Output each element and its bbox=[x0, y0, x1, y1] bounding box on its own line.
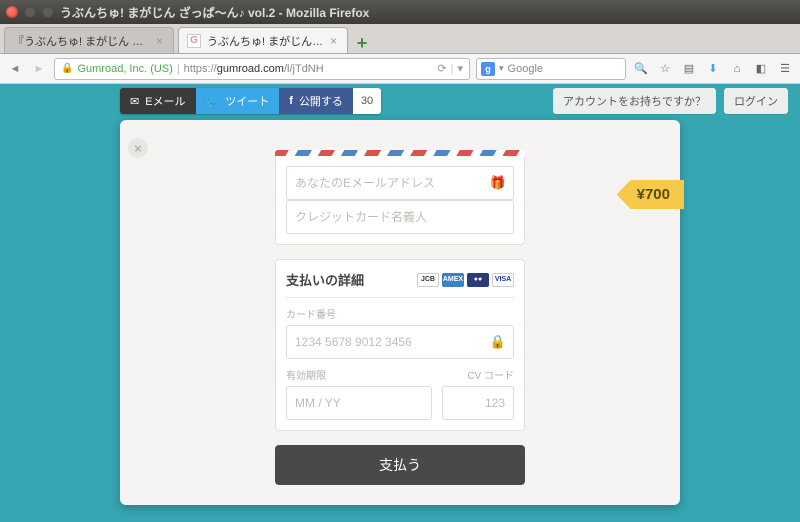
tweet-button[interactable]: 🐦 ツイート bbox=[196, 88, 280, 114]
facebook-share-button[interactable]: f 公開する bbox=[279, 88, 353, 114]
bookmark-star-icon[interactable]: ☆ bbox=[656, 60, 674, 78]
window-minimize-icon[interactable] bbox=[24, 6, 36, 18]
tab-label: 『うぶんちゅ! まがじん ざ… bbox=[13, 33, 150, 49]
account-prompt-button[interactable]: アカウントをお持ちですか？ bbox=[553, 88, 716, 114]
jcb-icon: JCB bbox=[417, 273, 439, 287]
payment-details-title: 支払いの詳細 bbox=[286, 270, 364, 289]
reload-icon[interactable]: ⟳ bbox=[437, 62, 446, 75]
close-icon[interactable]: × bbox=[330, 34, 337, 48]
nav-toolbar: ◄ ► 🔒 Gumroad, Inc. (US) | https://gumro… bbox=[0, 54, 800, 84]
favicon-icon: G bbox=[187, 34, 201, 48]
addons-icon[interactable]: ◧ bbox=[752, 60, 770, 78]
amex-icon: AMEX bbox=[442, 273, 464, 287]
share-bar: ✉ Eメール 🐦 ツイート f 公開する 30 bbox=[120, 88, 381, 114]
home-icon[interactable]: ⌂ bbox=[728, 60, 746, 78]
window-close-icon[interactable] bbox=[6, 6, 18, 18]
browser-tab-inactive[interactable]: 『うぶんちゅ! まがじん ざ… × bbox=[4, 27, 174, 53]
cardholder-name-field[interactable] bbox=[286, 200, 514, 234]
card-number-label: カード番号 bbox=[286, 306, 514, 321]
menu-icon[interactable]: ☰ bbox=[776, 60, 794, 78]
cvc-label: CV コード bbox=[442, 367, 514, 382]
window-title: うぶんちゅ! まがじん ざっぱ～ん♪ vol.2 - Mozilla Firef… bbox=[60, 4, 369, 21]
card-brand-icons: JCB AMEX ●● VISA bbox=[417, 273, 514, 287]
twitter-icon: 🐦 bbox=[206, 95, 220, 108]
dropdown-icon[interactable]: ▾ bbox=[457, 62, 463, 75]
address-bar[interactable]: 🔒 Gumroad, Inc. (US) | https://gumroad.c… bbox=[54, 58, 470, 80]
bookmarks-list-icon[interactable]: ▤ bbox=[680, 60, 698, 78]
close-icon[interactable]: × bbox=[156, 34, 163, 48]
download-icon[interactable]: ⬇ bbox=[704, 60, 722, 78]
top-actions: アカウントをお持ちですか？ ログイン bbox=[553, 88, 788, 114]
expiry-label: 有効期限 bbox=[286, 367, 432, 382]
search-icon[interactable]: 🔍 bbox=[632, 60, 650, 78]
google-icon: g bbox=[481, 62, 495, 76]
tab-label: うぶんちゅ! まがじん … bbox=[207, 33, 324, 49]
cvc-field[interactable] bbox=[442, 386, 514, 420]
forward-button[interactable]: ► bbox=[30, 60, 48, 78]
site-identity: Gumroad, Inc. (US) bbox=[77, 63, 172, 75]
visa-icon: VISA bbox=[492, 273, 514, 287]
payment-box: 支払いの詳細 JCB AMEX ●● VISA カード番号 🔒 有効期限 bbox=[275, 259, 525, 431]
gift-icon[interactable]: 🎁 bbox=[490, 175, 506, 191]
facebook-icon: f bbox=[289, 95, 293, 107]
close-checkout-button[interactable]: × bbox=[128, 138, 148, 158]
email-field[interactable] bbox=[286, 166, 514, 200]
contact-box: 🎁 bbox=[275, 156, 525, 245]
card-number-field[interactable] bbox=[286, 325, 514, 359]
search-bar[interactable]: g ▾ Google bbox=[476, 58, 626, 80]
price-tag: ¥700 bbox=[617, 180, 684, 209]
back-button[interactable]: ◄ bbox=[6, 60, 24, 78]
new-tab-button[interactable]: + bbox=[352, 33, 372, 53]
url-text: https://gumroad.com/l/jTdNH bbox=[184, 63, 324, 75]
lock-icon: 🔒 bbox=[61, 63, 73, 74]
login-button[interactable]: ログイン bbox=[724, 88, 788, 114]
email-share-button[interactable]: ✉ Eメール bbox=[120, 88, 196, 114]
page-viewport: ✉ Eメール 🐦 ツイート f 公開する 30 アカウントをお持ちですか？ ログ… bbox=[0, 84, 800, 522]
expiry-field[interactable] bbox=[286, 386, 432, 420]
mail-icon: ✉ bbox=[130, 95, 139, 108]
window-titlebar: うぶんちゅ! まがじん ざっぱ～ん♪ vol.2 - Mozilla Firef… bbox=[0, 0, 800, 24]
checkout-card: ¥700 🎁 支払いの詳細 JCB AMEX ●● VISA bbox=[120, 120, 680, 505]
search-placeholder: Google bbox=[508, 63, 543, 75]
window-maximize-icon[interactable] bbox=[42, 6, 54, 18]
lock-icon: 🔒 bbox=[490, 334, 506, 350]
pay-button[interactable]: 支払う bbox=[275, 445, 525, 485]
browser-tab-active[interactable]: G うぶんちゅ! まがじん … × bbox=[178, 27, 348, 53]
share-count: 30 bbox=[353, 88, 381, 114]
mastercard-icon: ●● bbox=[467, 273, 489, 287]
tab-strip: 『うぶんちゅ! まがじん ざ… × G うぶんちゅ! まがじん … × + bbox=[0, 24, 800, 54]
